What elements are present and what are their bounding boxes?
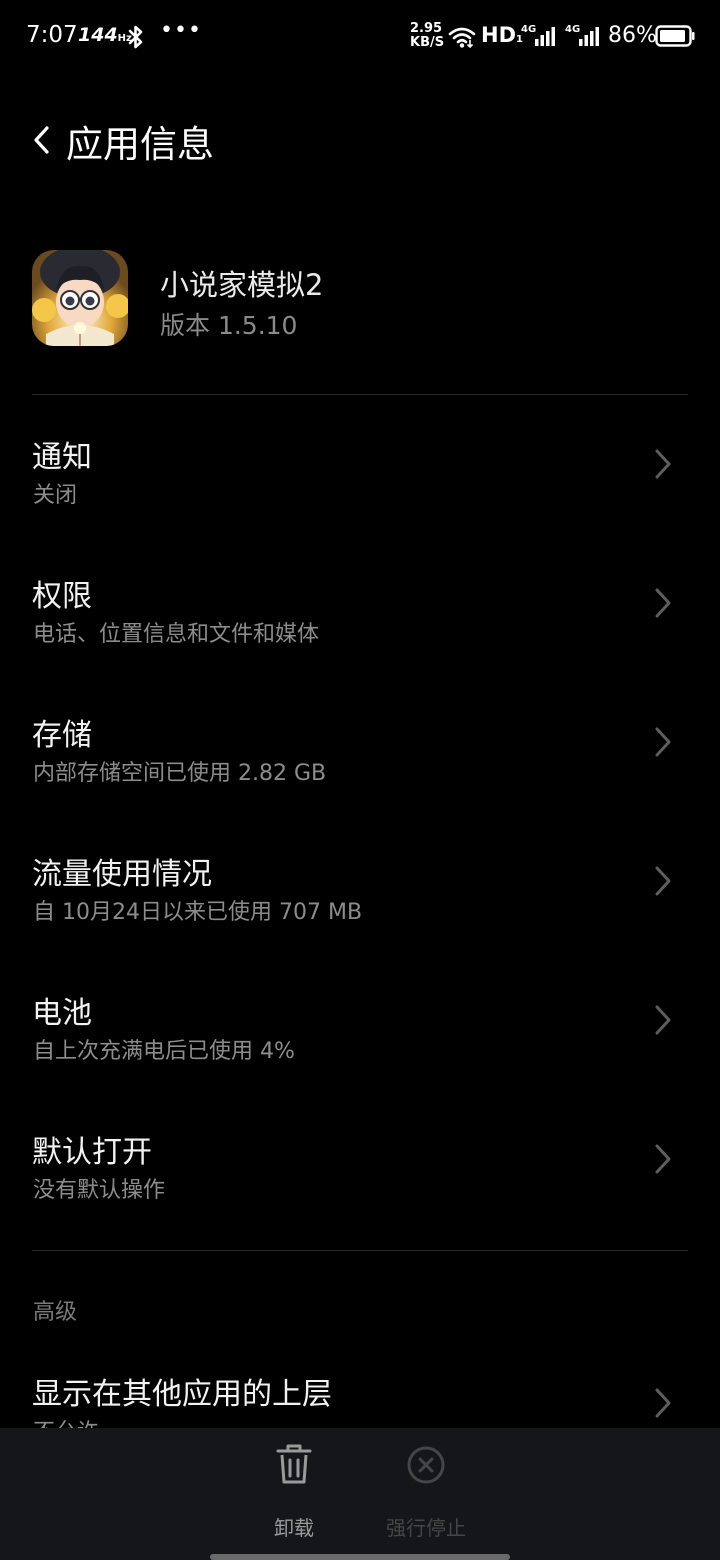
sim2-signal-bars <box>579 27 599 46</box>
chevron-right-icon <box>655 866 671 896</box>
chevron-right-icon <box>655 449 671 479</box>
row-subtitle: 没有默认操作 <box>33 1178 166 1203</box>
chevron-right-icon <box>655 588 671 618</box>
open-by-default-row[interactable]: 默认打开 没有默认操作 <box>0 1127 720 1247</box>
app-icon-image <box>32 250 128 346</box>
page-title: 应用信息 <box>66 123 214 166</box>
network-speed-value: 2.95 <box>410 21 443 36</box>
more-notifications-icon: ••• <box>160 18 202 43</box>
row-title: 显示在其他应用的上层 <box>32 1377 332 1412</box>
sim1-network-type: 4G <box>521 24 537 35</box>
hd-label: HD <box>481 23 517 47</box>
chevron-left-icon <box>34 126 49 154</box>
row-subtitle: 自 10月24日以来已使用 707 MB <box>33 900 363 925</box>
data-usage-row[interactable]: 流量使用情况 自 10月24日以来已使用 707 MB <box>0 849 720 969</box>
stop-circle-icon <box>407 1446 445 1484</box>
row-subtitle: 自上次充满电后已使用 4% <box>33 1039 295 1064</box>
back-button[interactable] <box>24 118 60 162</box>
app-header: 小说家模拟2 版本 1.5.10 <box>32 250 688 350</box>
row-title: 权限 <box>32 579 92 614</box>
row-subtitle: 关闭 <box>33 483 78 508</box>
divider <box>32 1250 688 1251</box>
app-name: 小说家模拟2 <box>160 268 324 302</box>
row-title: 流量使用情况 <box>32 857 212 892</box>
row-title: 电池 <box>32 996 92 1031</box>
force-stop-label: 强行停止 <box>386 1516 466 1540</box>
section-header-advanced: 高级 <box>33 1300 78 1325</box>
chevron-right-icon <box>655 727 671 757</box>
row-subtitle: 内部存储空间已使用 2.82 GB <box>33 761 327 786</box>
bluetooth-icon <box>128 25 143 49</box>
uninstall-label: 卸载 <box>274 1516 314 1540</box>
network-speed: 2.95 KB/S <box>410 21 445 50</box>
chevron-right-icon <box>655 1005 671 1035</box>
uninstall-button[interactable]: 卸载 <box>234 1428 354 1560</box>
wifi-icon <box>448 27 476 48</box>
hd-voice-indicator: HD1 <box>481 23 523 47</box>
divider <box>32 394 688 395</box>
battery-percent: 86% <box>608 23 657 48</box>
chevron-right-icon <box>655 1388 671 1418</box>
force-stop-button[interactable]: 强行停止 <box>366 1428 486 1560</box>
chevron-right-icon <box>655 1144 671 1174</box>
hd-sub: 1 <box>516 34 523 45</box>
status-bar: 7:07 144Hz ••• 2.95 KB/S HD1 4G 4G 86% <box>0 0 720 76</box>
row-subtitle: 电话、位置信息和文件和媒体 <box>33 622 320 647</box>
battery-row[interactable]: 电池 自上次充满电后已使用 4% <box>0 988 720 1108</box>
sim1-signal-bars <box>535 27 555 46</box>
header: 应用信息 <box>0 110 720 170</box>
app-version: 版本 1.5.10 <box>160 311 298 340</box>
refresh-rate-value: 144 <box>78 24 118 46</box>
row-title: 默认打开 <box>32 1135 152 1170</box>
status-time: 7:07 <box>26 22 78 48</box>
notifications-row[interactable]: 通知 关闭 <box>0 432 720 552</box>
app-icon <box>32 250 128 346</box>
storage-row[interactable]: 存储 内部存储空间已使用 2.82 GB <box>0 710 720 830</box>
network-speed-unit: KB/S <box>410 35 445 50</box>
sim2-network-type: 4G <box>565 24 581 35</box>
bottom-action-bar: 卸载 强行停止 <box>0 1428 720 1560</box>
home-indicator[interactable] <box>210 1554 510 1560</box>
refresh-rate: 144Hz <box>78 24 132 46</box>
battery-icon <box>655 25 695 47</box>
permissions-row[interactable]: 权限 电话、位置信息和文件和媒体 <box>0 571 720 691</box>
row-title: 通知 <box>32 440 92 475</box>
trash-icon <box>276 1444 312 1484</box>
app-info-screen: 7:07 144Hz ••• 2.95 KB/S HD1 4G 4G 86% 应… <box>0 0 720 1560</box>
row-title: 存储 <box>32 718 92 753</box>
